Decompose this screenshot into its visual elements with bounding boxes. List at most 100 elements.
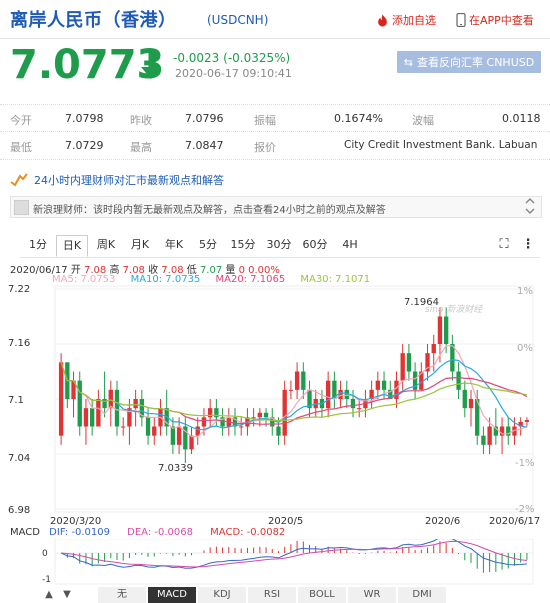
tab-15min[interactable]: 15分 <box>226 235 260 255</box>
expand-chevron-icon[interactable] <box>524 197 536 219</box>
candle <box>77 380 82 427</box>
reverse-rate-label: 查看反向汇率 CNHUSD <box>417 56 535 69</box>
news-item[interactable]: 新浪理财师：该时段内暂无最新观点及解答，点击查看24小时之前的观点及解答 <box>10 196 542 218</box>
stat-label: 波幅 <box>412 114 434 127</box>
candle <box>89 408 95 427</box>
macd-title: MACD <box>10 527 40 538</box>
candle <box>325 380 331 409</box>
candle <box>189 435 194 450</box>
stat-value: 7.0847 <box>185 139 224 152</box>
candle <box>121 426 126 428</box>
candle <box>201 417 207 427</box>
macd-tick: -1 <box>42 575 51 585</box>
tab-year-k[interactable]: 年K <box>158 235 190 255</box>
candle <box>282 389 287 436</box>
tab-none[interactable]: 无 <box>98 587 147 603</box>
candle <box>251 417 256 419</box>
add-favorite-label: 添加自选 <box>392 14 436 27</box>
news-header[interactable]: 24小时内理财师对汇市最新观点和解答 <box>10 172 224 188</box>
open-in-app-label: 在APP中查看 <box>469 14 534 27</box>
candle <box>456 371 461 390</box>
add-favorite-button[interactable]: 添加自选 <box>376 12 436 28</box>
macd-chart[interactable]: 0 -1 <box>0 539 550 585</box>
candle <box>375 380 381 390</box>
page-title: 离岸人民币（香港） <box>10 10 177 31</box>
candle <box>176 426 182 445</box>
news-avatar-icon <box>14 200 29 215</box>
macd-value: MACD: -0.0082 <box>210 527 286 538</box>
candle <box>96 399 101 427</box>
tab-week-k[interactable]: 周K <box>90 235 122 255</box>
tab-30min[interactable]: 30分 <box>262 235 296 255</box>
candle <box>257 412 263 418</box>
pct-tick: 0% <box>517 343 533 354</box>
tab-wr[interactable]: WR <box>348 587 397 603</box>
x-tick: 2020/5 <box>268 516 304 527</box>
pct-tick: -2% <box>515 504 534 515</box>
scroll-down-icon[interactable]: ▼ <box>60 587 75 603</box>
candle <box>381 380 387 390</box>
stats-row: 最低 7.0729 最高 7.0847 报价 City Credit Inves… <box>0 131 550 160</box>
stat-label: 振幅 <box>254 114 276 127</box>
candle <box>294 371 300 390</box>
down-arrow-icon <box>140 52 162 84</box>
watermark: sina 新浪财经 <box>425 304 483 315</box>
candle <box>468 399 474 409</box>
tab-macd[interactable]: MACD <box>148 587 197 603</box>
reverse-rate-button[interactable]: ⇆ 查看反向汇率 CNHUSD <box>397 51 541 73</box>
scroll-up-icon[interactable]: ▲ <box>42 587 57 603</box>
stat-value: City Credit Investment Bank. Labuan <box>344 139 538 151</box>
x-tick: 2020/3/20 <box>50 516 102 527</box>
candle <box>83 408 89 427</box>
fire-icon <box>378 14 387 26</box>
tab-day-k[interactable]: 日K <box>56 235 88 257</box>
tab-month-k[interactable]: 月K <box>124 235 156 255</box>
tab-60min[interactable]: 60分 <box>298 235 332 255</box>
tab-boll[interactable]: BOLL <box>298 587 347 603</box>
stat-value: 0.1674% <box>334 112 383 125</box>
tab-dmi[interactable]: DMI <box>398 587 447 603</box>
stat-label: 昨收 <box>130 114 152 127</box>
x-tick: 2020/6/17 <box>489 516 541 527</box>
tab-1min[interactable]: 1分 <box>22 235 54 255</box>
candle <box>288 389 294 391</box>
candle <box>239 426 244 428</box>
fullscreen-icon[interactable]: ⛶ <box>496 235 512 255</box>
macd-dif: DIF: -0.0109 <box>49 527 110 538</box>
stat-label: 最高 <box>130 141 152 154</box>
news-title: 24小时内理财师对汇市最新观点和解答 <box>34 174 224 187</box>
candle <box>400 353 405 381</box>
candle <box>481 435 486 445</box>
y-tick: 7.16 <box>8 338 30 349</box>
candle <box>145 417 151 436</box>
candle <box>462 389 467 409</box>
trend-icon <box>10 173 28 187</box>
tab-kdj[interactable]: KDJ <box>198 587 247 603</box>
price-change: -0.0023 (-0.0325%) <box>173 51 291 65</box>
low-annotation: 7.0339 <box>158 463 193 474</box>
stat-value: 7.0796 <box>185 112 224 125</box>
tab-4h[interactable]: 4H <box>334 235 366 255</box>
candle <box>524 420 530 422</box>
candlestick-chart[interactable]: 7.22 7.16 7.1 7.04 6.98 1% 0% -1% -2% 7.… <box>0 284 550 519</box>
tab-rsi[interactable]: RSI <box>248 587 297 603</box>
candle <box>406 353 412 372</box>
candle <box>195 426 200 436</box>
more-icon[interactable]: ⋮ <box>520 235 536 255</box>
candle <box>263 412 269 418</box>
y-tick: 7.22 <box>8 284 30 295</box>
y-tick: 7.04 <box>8 453 30 464</box>
stat-value: 7.0798 <box>65 112 104 125</box>
chart-period-tabs: 1分 日K 周K 月K 年K 5分 15分 30分 60分 4H ⛶ ⋮ <box>20 235 540 258</box>
candle <box>276 426 281 436</box>
pct-tick: 1% <box>517 286 533 297</box>
stat-value: 7.0729 <box>65 139 104 152</box>
stat-label: 报价 <box>254 141 276 154</box>
candle <box>350 399 356 409</box>
indicator-tabs: ▲ ▼ 无 MACD KDJ RSI BOLL WR DMI <box>42 587 542 603</box>
tab-5min[interactable]: 5分 <box>192 235 224 255</box>
x-tick: 2020/6 <box>425 516 461 527</box>
stat-label: 最低 <box>10 141 32 154</box>
pct-tick: -1% <box>515 458 534 469</box>
open-in-app-button[interactable]: 在APP中查看 <box>456 12 534 28</box>
